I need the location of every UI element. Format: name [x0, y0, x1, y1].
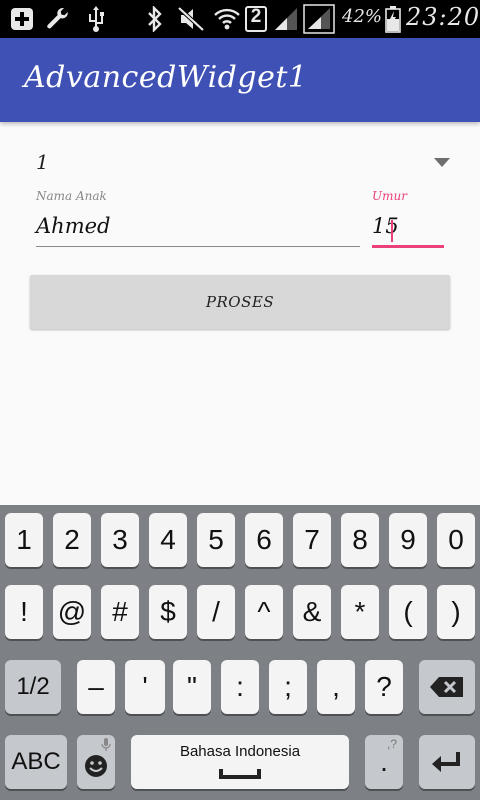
- key-0[interactable]: 0: [437, 513, 475, 567]
- enter-key[interactable]: [419, 735, 475, 789]
- key-semicolon[interactable]: ;: [269, 660, 307, 714]
- key-ampersand[interactable]: &: [293, 585, 331, 639]
- key-7[interactable]: 7: [293, 513, 331, 567]
- smiley-icon: [85, 755, 107, 777]
- sim-badge: 2: [250, 6, 262, 27]
- name-field[interactable]: Ahmed: [36, 208, 360, 250]
- key-period[interactable]: ,? .: [365, 735, 403, 789]
- key-close-paren[interactable]: ): [437, 585, 475, 639]
- key-4[interactable]: 4: [149, 513, 187, 567]
- enter-icon: [432, 752, 460, 772]
- key-apostrophe[interactable]: ': [125, 660, 165, 714]
- age-field-underline: [372, 245, 444, 248]
- key-question[interactable]: ?: [365, 660, 403, 714]
- battery-percent: 42%: [342, 6, 383, 27]
- proses-button[interactable]: PROSES: [30, 275, 450, 329]
- space-bar-icon: [219, 769, 261, 779]
- status-bar: 2 42% 23:20: [0, 0, 480, 38]
- bluetooth-icon: [144, 5, 166, 33]
- space-key[interactable]: Bahasa Indonesia: [131, 735, 349, 789]
- status-time: 23:20: [406, 3, 480, 31]
- add-notification-icon: [8, 5, 36, 33]
- backspace-key[interactable]: [419, 660, 475, 714]
- key-symbols-page[interactable]: 1/2: [5, 660, 61, 714]
- soft-keyboard: 1 2 3 4 5 6 7 8 9 0 ! @ # $ / ^ & * ( ) …: [0, 505, 480, 800]
- key-colon[interactable]: :: [221, 660, 259, 714]
- key-abc[interactable]: ABC: [5, 735, 67, 789]
- wifi-icon: [212, 5, 242, 33]
- key-open-paren[interactable]: (: [389, 585, 427, 639]
- battery-icon: [384, 5, 402, 33]
- space-key-language: Bahasa Indonesia: [179, 743, 301, 760]
- backspace-icon: [430, 677, 463, 697]
- key-dollar[interactable]: $: [149, 585, 187, 639]
- period-key-hint: ,?: [386, 737, 397, 751]
- key-comma[interactable]: ,: [317, 660, 355, 714]
- key-8[interactable]: 8: [341, 513, 379, 567]
- wrench-icon: [44, 5, 72, 33]
- key-slash[interactable]: /: [197, 585, 235, 639]
- age-field-value: 15: [372, 214, 399, 238]
- app-title: AdvancedWidget1: [24, 60, 308, 95]
- age-field-label: Umur: [372, 189, 407, 203]
- microphone-icon: [101, 738, 111, 751]
- text-cursor: [391, 220, 393, 242]
- key-3[interactable]: 3: [101, 513, 139, 567]
- emoji-key[interactable]: [77, 735, 115, 789]
- age-field[interactable]: 15: [372, 208, 444, 250]
- key-at[interactable]: @: [53, 585, 91, 639]
- key-6[interactable]: 6: [245, 513, 283, 567]
- key-1[interactable]: 1: [5, 513, 43, 567]
- key-quote[interactable]: ": [173, 660, 211, 714]
- spinner-value: 1: [36, 150, 49, 174]
- key-hash[interactable]: #: [101, 585, 139, 639]
- key-caret[interactable]: ^: [245, 585, 283, 639]
- key-5[interactable]: 5: [197, 513, 235, 567]
- number-spinner[interactable]: 1: [36, 150, 450, 180]
- key-dash[interactable]: –: [77, 660, 115, 714]
- name-field-label: Nama Anak: [36, 189, 107, 203]
- name-field-underline: [36, 246, 360, 247]
- key-2[interactable]: 2: [53, 513, 91, 567]
- signal-icon: [272, 5, 300, 33]
- key-exclamation[interactable]: !: [5, 585, 43, 639]
- signal-icon-2: [302, 4, 336, 34]
- key-asterisk[interactable]: *: [341, 585, 379, 639]
- mute-icon: [176, 5, 206, 33]
- key-9[interactable]: 9: [389, 513, 427, 567]
- dropdown-arrow-icon: [434, 158, 450, 167]
- name-field-value: Ahmed: [36, 214, 111, 238]
- sim-2-icon: 2: [244, 5, 268, 33]
- usb-icon: [84, 5, 108, 33]
- app-bar: AdvancedWidget1: [0, 38, 480, 122]
